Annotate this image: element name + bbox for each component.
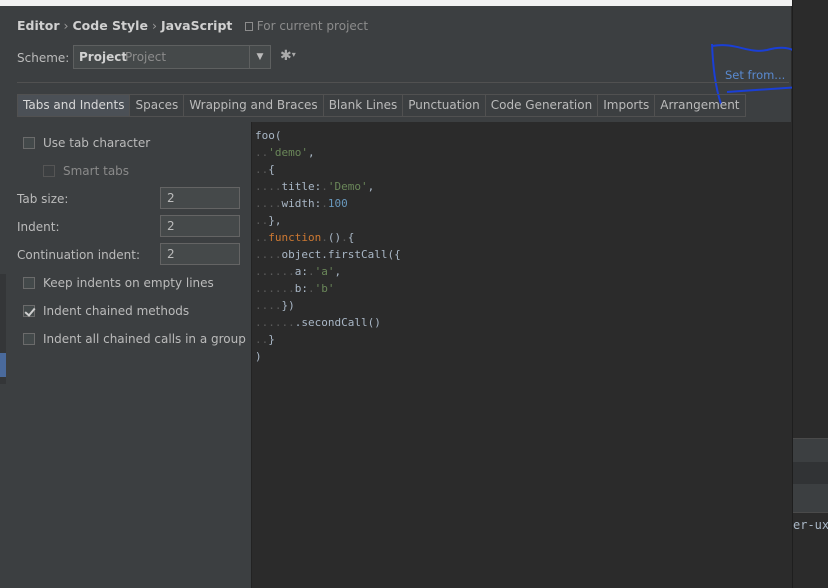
set-from-link[interactable]: Set from... (725, 68, 785, 82)
code-line: ......b:.'b' (255, 282, 335, 295)
tab-bar: Tabs and Indents Spaces Wrapping and Bra… (17, 94, 746, 117)
project-icon (244, 22, 253, 31)
scheme-dropdown[interactable]: Project Project ▼ (73, 45, 271, 69)
breadcrumb-code-style[interactable]: Code Style (73, 18, 148, 33)
scheme-name: Project (79, 50, 128, 64)
code-preview[interactable]: foo( ..'demo', ..{ ....title:.'Demo', ....wi… (251, 122, 792, 588)
scope-note: For current project (244, 19, 368, 33)
code-line: ) (255, 350, 262, 363)
tab-punctuation[interactable]: Punctuation (403, 94, 486, 116)
background-code-fragment: er-ux (793, 518, 828, 532)
scheme-label: Scheme: (17, 51, 70, 65)
continuation-indent-label: Continuation indent: (17, 248, 141, 262)
tab-tabs-and-indents[interactable]: Tabs and Indents (17, 94, 131, 116)
indent-label: Indent: (17, 220, 60, 234)
code-line: ..} (255, 333, 275, 346)
tab-arrangement[interactable]: Arrangement (655, 94, 746, 116)
checkbox-label: Keep indents on empty lines (43, 276, 214, 290)
breadcrumb: Editor › Code Style › JavaScript For current… (17, 18, 369, 33)
code-line: ....object.firstCall({ (255, 248, 401, 261)
smart-tabs-checkbox[interactable]: Smart tabs (43, 164, 129, 178)
code-preview-text: foo( ..'demo', ..{ ....title:.'Demo', ....wi… (255, 127, 401, 365)
checkbox-label: Indent all chained calls in a group (43, 332, 246, 346)
indent-all-chained-checkbox[interactable]: Indent all chained calls in a group (23, 332, 246, 346)
code-line: ..'demo', (255, 146, 315, 159)
tab-size-input[interactable]: 2 (160, 187, 240, 209)
indent-options-panel: Use tab character Smart tabs Tab size: 2… (7, 122, 251, 588)
checkbox-box[interactable] (23, 137, 35, 149)
checkbox-box[interactable] (23, 305, 35, 317)
code-line: ..}, (255, 214, 282, 227)
tab-imports[interactable]: Imports (598, 94, 656, 116)
checkbox-box[interactable] (23, 277, 35, 289)
tab-spaces[interactable]: Spaces (130, 94, 185, 116)
code-line: ....width:.100 (255, 197, 348, 210)
background-editor-panel: er-ux (792, 0, 828, 588)
code-line: ..{ (255, 163, 275, 176)
tab-wrapping-and-braces[interactable]: Wrapping and Braces (184, 94, 324, 116)
checkbox-label: Smart tabs (63, 164, 130, 178)
continuation-indent-input[interactable]: 2 (160, 243, 240, 265)
breadcrumb-javascript: JavaScript (160, 18, 233, 33)
tab-size-label: Tab size: (17, 192, 69, 206)
indent-chained-methods-checkbox[interactable]: Indent chained methods (23, 304, 189, 318)
code-line: ....}) (255, 299, 295, 312)
keep-indents-checkbox[interactable]: Keep indents on empty lines (23, 276, 214, 290)
indent-input[interactable]: 2 (160, 215, 240, 237)
breadcrumb-editor[interactable]: Editor (17, 18, 60, 33)
chevron-down-icon[interactable]: ▼ (249, 46, 270, 68)
use-tab-character-checkbox[interactable]: Use tab character (23, 136, 150, 150)
header-divider (17, 82, 789, 83)
code-line: ..function.().{ (255, 231, 355, 244)
tab-blank-lines[interactable]: Blank Lines (323, 94, 404, 116)
checkbox-label: Use tab character (43, 136, 151, 150)
code-line: foo( (255, 129, 282, 142)
code-style-dialog: Editor › Code Style › JavaScript For current… (7, 6, 816, 588)
gear-icon[interactable]: ✱▾ (280, 48, 296, 64)
checkbox-label: Indent chained methods (43, 304, 190, 318)
checkbox-box[interactable] (23, 333, 35, 345)
code-line: ....title:.'Demo', (255, 180, 375, 193)
checkbox-box[interactable] (43, 165, 55, 177)
code-line: ......a:.'a', (255, 265, 342, 278)
code-line: .......secondCall() (255, 316, 381, 329)
scheme-subtitle: Project (125, 50, 167, 64)
tab-code-generation[interactable]: Code Generation (485, 94, 599, 116)
